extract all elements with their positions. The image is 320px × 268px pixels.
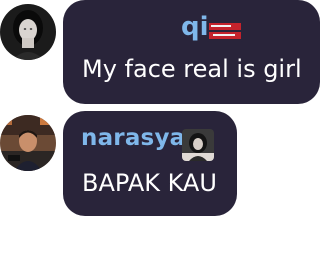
- message-bubble[interactable]: narasya BAPAK KAU: [63, 111, 237, 216]
- user-avatar-icon: [0, 4, 56, 60]
- username[interactable]: narasya: [81, 125, 185, 151]
- message-text: BAPAK KAU: [82, 169, 217, 197]
- message-text: My face real is girl: [82, 55, 302, 83]
- username[interactable]: qi: [181, 12, 209, 42]
- profile-badge-icon: [182, 129, 214, 161]
- avatar[interactable]: [0, 4, 56, 60]
- flag-badge-icon: [207, 20, 243, 42]
- message-bubble[interactable]: qi My face real is girl: [63, 0, 320, 104]
- user-avatar-icon: [0, 115, 56, 171]
- avatar[interactable]: [0, 115, 56, 171]
- chat-thread: qi My face real is girl narasya BAPAK KA…: [0, 0, 320, 268]
